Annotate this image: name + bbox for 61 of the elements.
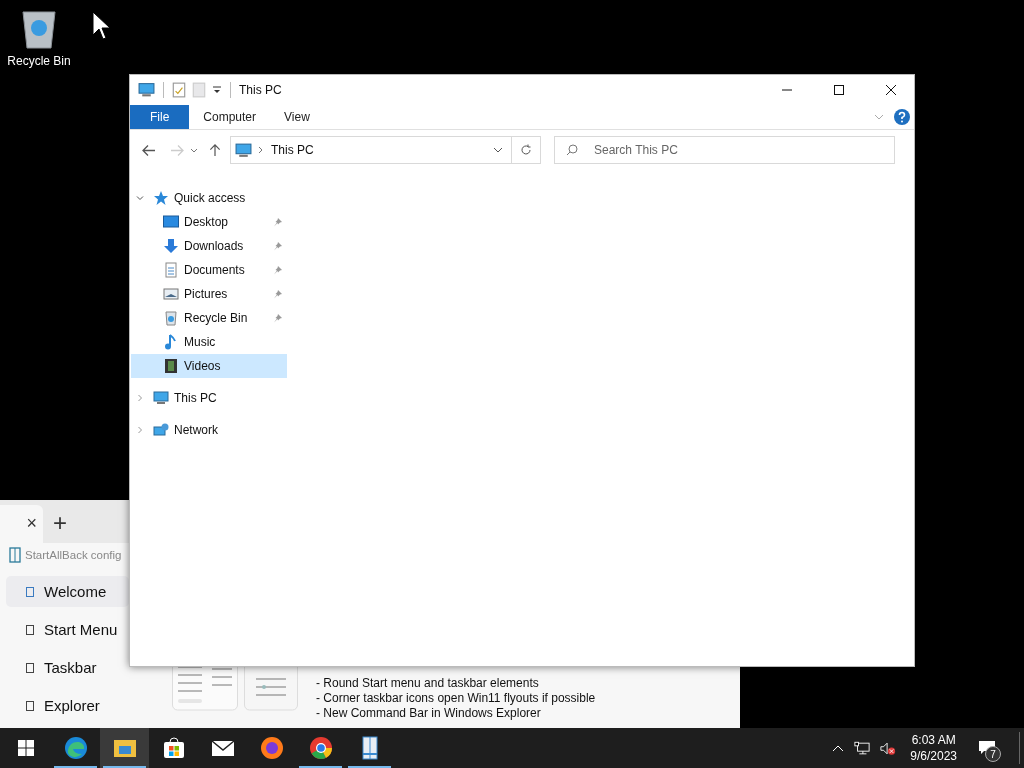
dropdown-icon [493,147,503,153]
show-hidden-icons-icon[interactable] [832,744,845,752]
notifications-button[interactable]: 7 [967,728,1007,768]
network-icon [153,422,169,438]
clock-time: 6:03 AM [911,732,956,748]
pictures-icon [163,286,179,302]
maximize-icon [834,85,844,95]
tree-item[interactable]: Videos [131,354,287,378]
new-tab-button[interactable]: + [53,508,67,537]
desktop-icon [163,214,179,230]
customize-dropdown-icon[interactable] [212,85,222,95]
tree-item[interactable]: Downloads [131,234,287,258]
nav-item[interactable]: Explorer [6,690,129,721]
back-arrow-icon[interactable] [142,143,156,157]
recycle-icon [163,310,179,326]
mouse-cursor-icon [92,11,112,41]
chevron-icon [258,146,263,154]
windows-logo-icon [17,740,34,756]
tree-item[interactable]: Quick access [130,186,287,210]
tree-item[interactable]: This PC [130,386,287,410]
app-title: StartAllBack config [25,549,122,562]
computer-icon [153,390,169,406]
shopping-bag-icon [161,736,186,760]
feature-text: - New Command Bar in Windows Explorer [316,706,542,721]
desktop-shortcut[interactable]: Recycle Bin [4,6,74,68]
nav-item[interactable]: Start Menu [6,614,129,645]
clock-date: 9/6/2023 [910,748,957,764]
nav-item[interactable]: Taskbar [6,652,129,683]
tree-item[interactable]: Music [131,330,287,354]
recent-locations-icon[interactable] [190,147,198,153]
up-arrow-icon[interactable] [208,143,222,157]
feature-text: - Corner taskbar icons open Win11 flyouts if possible [316,691,596,706]
tree-item[interactable]: Network [130,418,287,442]
tree-item[interactable]: Recycle Bin [131,306,287,330]
tree-item[interactable]: Documents [131,258,287,282]
app-icon [9,547,21,564]
nav-item[interactable]: Welcome [6,576,129,607]
help-icon[interactable] [894,109,910,125]
tree-item[interactable]: Pictures [131,282,287,306]
tree-item[interactable]: Desktop [131,210,287,234]
window-title: This PC [239,83,282,97]
notification-count: 7 [985,746,1001,762]
star-icon [153,190,169,206]
ribbon-tab[interactable]: File [130,105,190,129]
music-icon [163,334,179,350]
refresh-icon [520,144,532,156]
close-icon [886,85,896,95]
video-icon [163,358,179,374]
download-icon [163,238,179,254]
document-icon [163,262,179,278]
close-tab-button[interactable]: × [26,513,37,534]
computer-icon [235,142,252,158]
network-icon[interactable] [854,740,871,756]
volume-muted-icon[interactable] [880,740,897,756]
search-field[interactable]: Search This PC [554,136,895,164]
computer-icon [138,82,155,98]
address-bar[interactable]: This PC [230,136,512,164]
chrome-icon [308,736,333,760]
feature-text: - Round Start menu and taskbar elements [316,676,540,691]
folder-app-button[interactable] [100,728,149,768]
clock[interactable]: 6:03 AM 9/6/2023 [906,728,967,768]
